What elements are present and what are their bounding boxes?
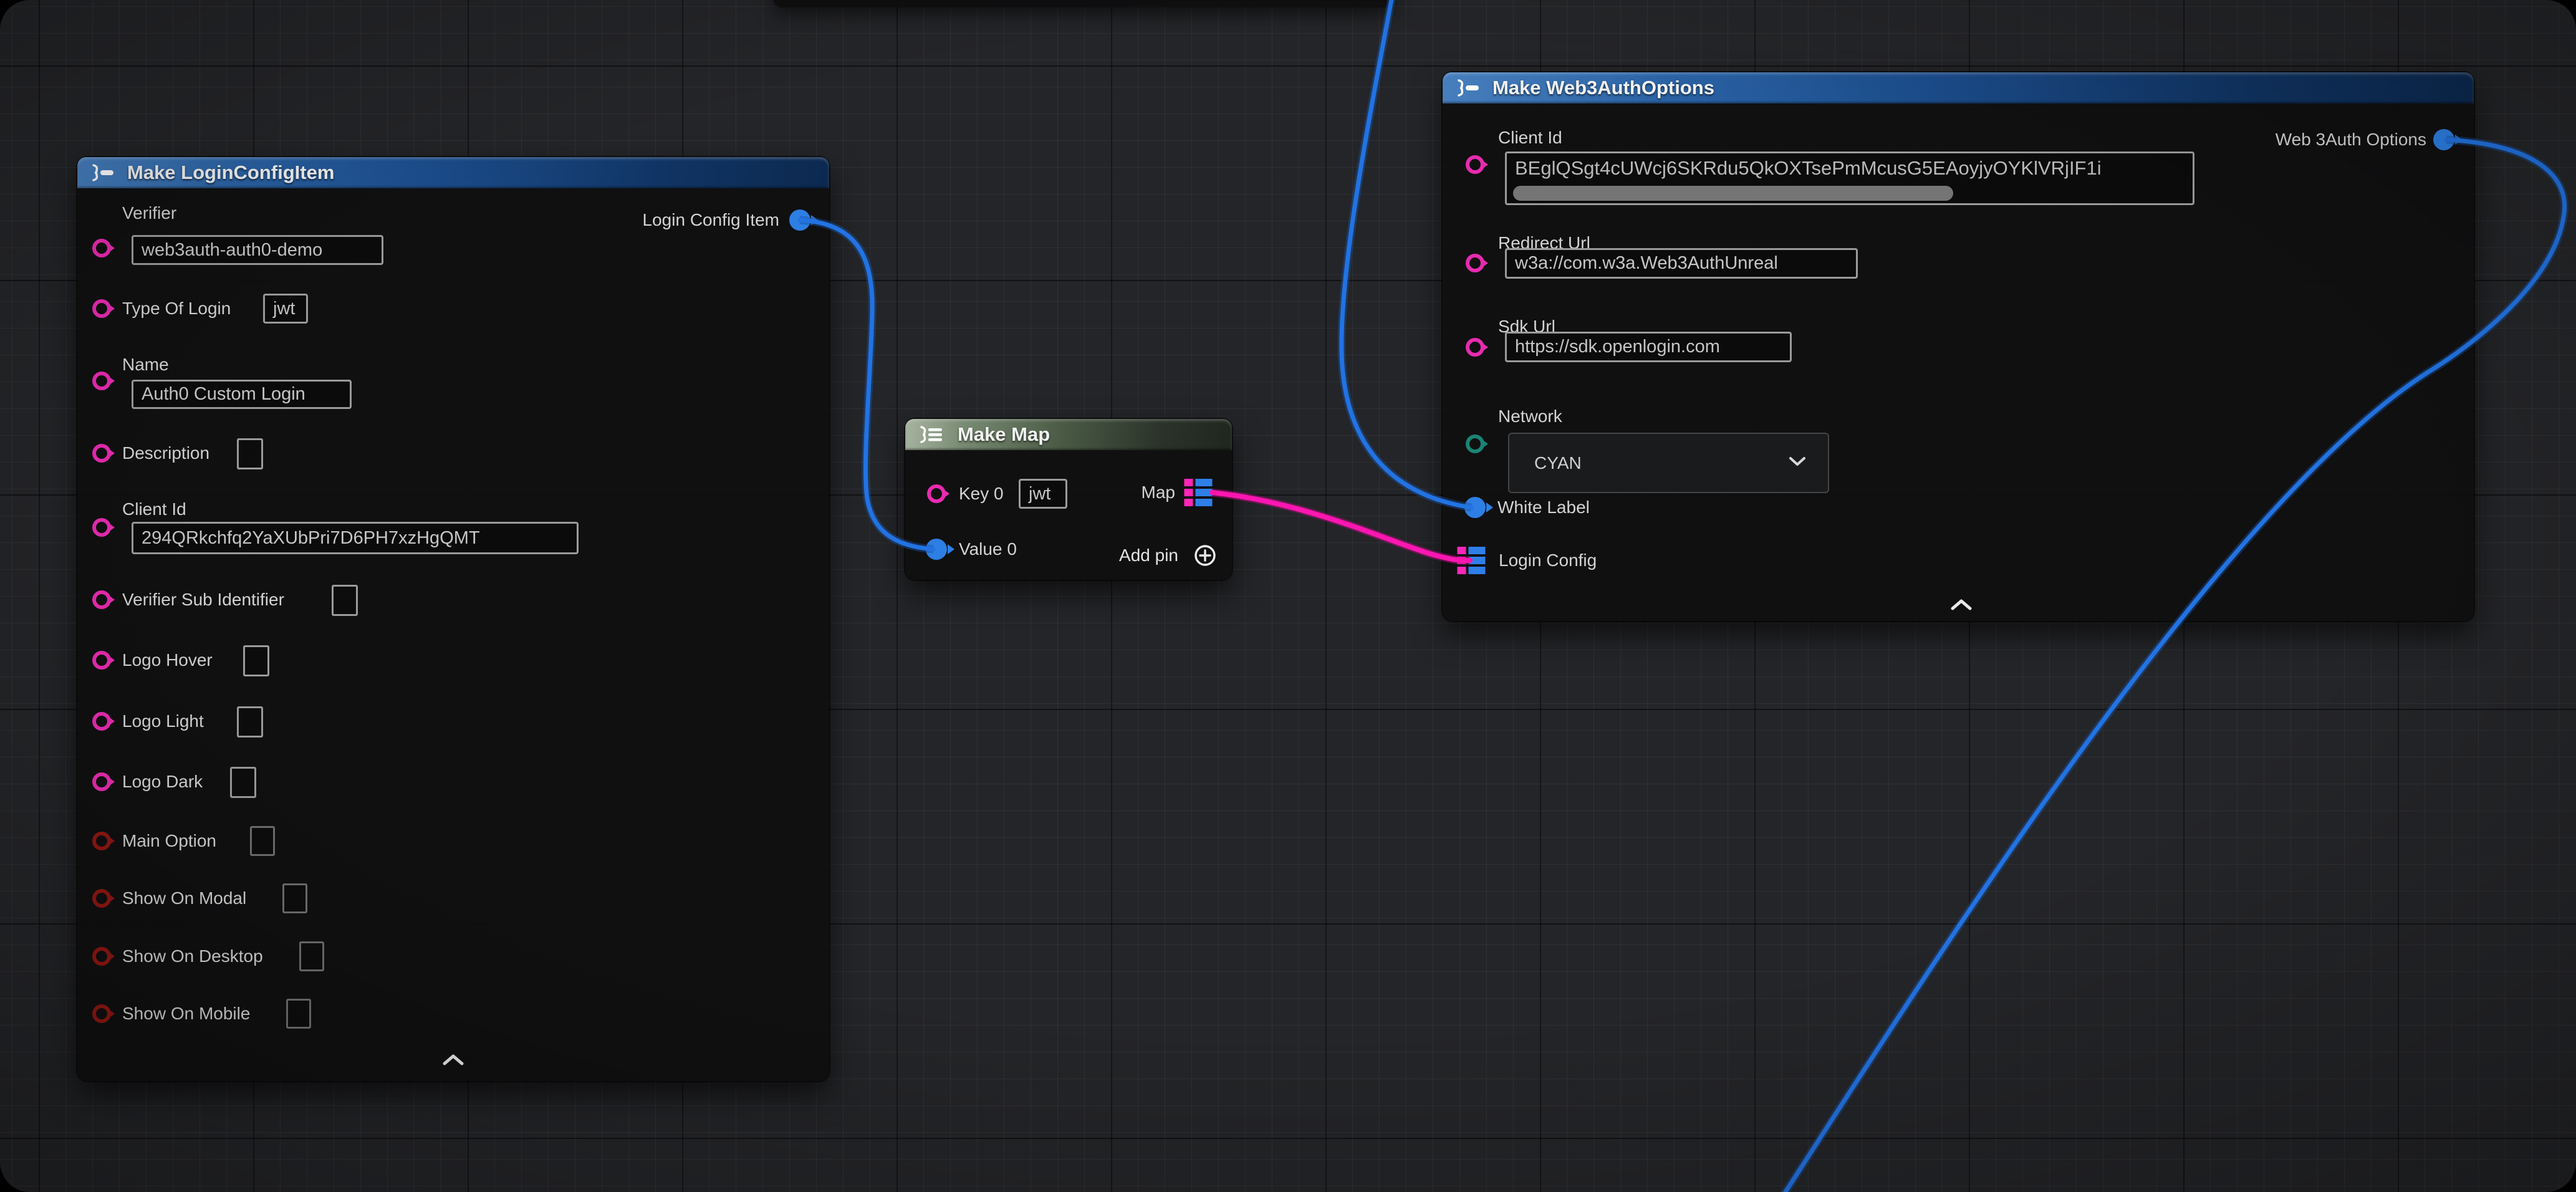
add-pin-button[interactable] [1193,544,1217,567]
logo-light-field[interactable] [237,706,263,738]
type-of-login-field[interactable]: jwt [263,294,308,324]
input-pin-main-option[interactable] [92,832,111,850]
input-pin-client-id[interactable] [1466,155,1484,174]
pin-label: Type Of Login [122,299,231,319]
show-on-desktop-checkbox[interactable] [299,941,324,971]
input-pin-redirect-url[interactable] [1466,254,1484,272]
input-pin-sdk-url[interactable] [1466,338,1484,357]
main-option-checkbox[interactable] [250,826,275,856]
client-id-field[interactable]: 294QRkchfq2YaXUbPri7D6PH7xzHgQMT [132,522,579,554]
name-field[interactable]: Auth0 Custom Login [132,380,352,409]
input-pin-verifier-sub-identifier[interactable] [92,590,111,609]
client-id-value: BEglQSgt4cUWcj6SKRdu5QkOXTsePmMcusG5EAoy… [1515,157,2189,180]
input-pin-network[interactable] [1466,435,1484,453]
node-header-make-map[interactable]: Make Map [905,419,1232,450]
field-scrollbar[interactable] [1513,186,1953,201]
input-pin-show-on-mobile[interactable] [92,1004,111,1023]
description-field[interactable] [237,438,263,469]
chevron-up-icon [1948,598,1975,612]
node-make-map[interactable]: Make Map Key 0 jwt Map Value 0 Add pin [905,419,1232,580]
input-pin-client-id[interactable] [92,518,111,537]
add-pin-label[interactable]: Add pin [1119,546,1178,565]
pin-label: Logo Hover [122,650,213,670]
node-header-make-web3auth-options[interactable]: Make Web3AuthOptions [1443,72,2474,103]
pin-label: Network [1498,406,1562,426]
pin-label: Show On Desktop [122,946,263,966]
node-make-login-config-item[interactable]: Make LoginConfigItem Login Config Item V… [77,157,829,1081]
show-on-mobile-checkbox[interactable] [286,999,311,1029]
plus-circle-icon [1193,544,1217,567]
input-pin-name[interactable] [92,372,111,390]
input-pin-verifier[interactable] [92,239,111,257]
output-pin-label: Web 3Auth Options [2276,130,2426,150]
input-pin-logo-dark[interactable] [92,772,111,791]
verifier-sub-identifier-field[interactable] [332,585,358,616]
collapse-node-button[interactable] [1948,598,1975,612]
output-pin-label: Login Config Item [643,210,779,230]
key-0-field[interactable]: jwt [1019,479,1067,509]
input-pin-key-0[interactable] [927,484,946,503]
client-id-field[interactable]: BEglQSgt4cUWcj6SKRdu5QkOXTsePmMcusG5EAoy… [1505,151,2194,205]
make-struct-icon [90,163,117,182]
make-struct-icon [1455,79,1483,97]
pin-label: Client Id [1498,128,1562,148]
pin-label: Key 0 [959,484,1004,504]
node-title: Make Web3AuthOptions [1492,77,1714,99]
offscreen-node-edge [773,0,1393,7]
node-title: Make Map [958,423,1050,446]
pin-label: Verifier [122,203,176,223]
pin-label: Client Id [122,499,186,519]
pin-label: Show On Modal [122,888,246,908]
logo-hover-field[interactable] [243,645,269,676]
blueprint-graph-canvas[interactable]: Make LoginConfigItem Login Config Item V… [0,0,2576,1192]
make-map-icon [918,425,948,444]
input-pin-show-on-modal[interactable] [92,889,111,908]
chevron-up-icon [440,1053,467,1067]
input-pin-show-on-desktop[interactable] [92,947,111,966]
input-pin-logo-light[interactable] [92,712,111,731]
sdk-url-field[interactable]: https://sdk.openlogin.com [1505,332,1792,362]
pin-label: White Label [1497,497,1590,517]
pin-label: Main Option [122,831,216,851]
pin-label: Login Config [1499,550,1597,570]
logo-dark-field[interactable] [230,767,256,798]
show-on-modal-checkbox[interactable] [282,883,307,913]
input-pin-description[interactable] [92,444,111,463]
collapse-node-button[interactable] [440,1053,467,1067]
node-header-make-login-config-item[interactable]: Make LoginConfigItem [77,157,829,188]
chevron-down-icon [1788,456,1807,470]
network-selected-value: CYAN [1534,453,1788,473]
input-pin-logo-hover[interactable] [92,651,111,670]
pin-label: Show On Mobile [122,1004,250,1024]
network-dropdown[interactable]: CYAN [1508,433,1829,493]
output-pin-map[interactable] [1185,479,1213,506]
pin-label: Logo Dark [122,772,203,792]
pin-label: Value 0 [959,539,1017,559]
input-pin-type-of-login[interactable] [92,299,111,318]
wire-map-glow [1212,493,1470,560]
node-make-web3auth-options[interactable]: Make Web3AuthOptions Web 3Auth Options C… [1443,72,2474,621]
pin-label: Name [122,355,169,375]
node-title: Make LoginConfigItem [127,161,334,184]
redirect-url-field[interactable]: w3a://com.w3a.Web3AuthUnreal [1505,248,1858,279]
verifier-field[interactable]: web3auth-auth0-demo [132,235,383,265]
output-pin-label: Map [1141,483,1175,502]
pin-label: Description [122,443,209,463]
pin-label: Verifier Sub Identifier [122,590,284,610]
pin-label: Logo Light [122,711,204,731]
